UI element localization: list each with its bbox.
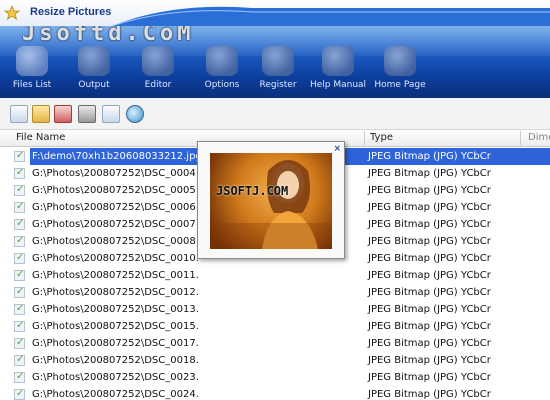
home-icon: [384, 46, 416, 76]
table-row[interactable]: G:\Photos\200807252\DSC_0013.JPG JPEG Bi…: [0, 301, 550, 318]
file-name-cell: G:\Photos\200807252\DSC_0006: [32, 202, 196, 213]
options-icon: [206, 46, 238, 76]
row-checkbox[interactable]: [14, 388, 25, 400]
file-name-cell: G:\Photos\200807252\DSC_0004: [32, 168, 196, 179]
nav-label: Options: [204, 80, 240, 90]
file-name-cell: G:\Photos\200807252\DSC_0023.JPG: [32, 372, 198, 383]
nav-label: Register: [259, 80, 297, 90]
row-checkbox[interactable]: [14, 252, 25, 264]
file-type-cell: JPEG Bitmap (JPG) YCbCr: [368, 287, 491, 298]
row-checkbox[interactable]: [14, 269, 25, 281]
file-name-cell: G:\Photos\200807252\DSC_0015.JPG: [32, 321, 198, 332]
file-name-cell: G:\Photos\200807252\DSC_0012.JPG: [32, 287, 198, 298]
nav-label: Editor: [144, 80, 172, 90]
row-checkbox[interactable]: [14, 150, 25, 162]
file-type-cell: JPEG Bitmap (JPG) YCbCr: [368, 389, 491, 400]
nav-options[interactable]: Options: [192, 42, 252, 94]
column-divider[interactable]: [520, 131, 521, 145]
file-type-cell: JPEG Bitmap (JPG) YCbCr: [368, 338, 491, 349]
table-row[interactable]: G:\Photos\200807252\DSC_0012.JPG JPEG Bi…: [0, 284, 550, 301]
nav-label: Home Page: [374, 80, 426, 90]
column-file-name[interactable]: File Name: [16, 132, 65, 143]
table-row[interactable]: G:\Photos\200807252\DSC_0015.JPG JPEG Bi…: [0, 318, 550, 335]
nav-label: Help Manual: [309, 80, 367, 90]
file-type-cell: JPEG Bitmap (JPG) YCbCr: [366, 148, 550, 165]
preview-caption: JSOFTJ.COM: [216, 184, 289, 198]
row-checkbox[interactable]: [14, 167, 25, 179]
file-name-cell: G:\Photos\200807252\DSC_0010.JPG: [32, 253, 198, 264]
file-type-cell: JPEG Bitmap (JPG) YCbCr: [368, 304, 491, 315]
close-icon[interactable]: ×: [333, 144, 341, 154]
file-type-cell: JPEG Bitmap (JPG) YCbCr: [368, 355, 491, 366]
register-icon: [262, 46, 294, 76]
nav-home-page[interactable]: Home Page: [370, 42, 430, 94]
table-row[interactable]: G:\Photos\200807252\DSC_0024.JPG JPEG Bi…: [0, 386, 550, 400]
preview-icon[interactable]: [126, 105, 144, 123]
row-checkbox[interactable]: [14, 201, 25, 213]
file-name-cell: G:\Photos\200807252\DSC_0008: [32, 236, 196, 247]
file-name-cell: G:\Photos\200807252\DSC_0024.JPG: [32, 389, 198, 400]
file-type-cell: JPEG Bitmap (JPG) YCbCr: [368, 372, 491, 383]
row-checkbox[interactable]: [14, 286, 25, 298]
file-name-cell: G:\Photos\200807252\DSC_0011.JPG: [32, 270, 198, 281]
nav-register[interactable]: Register: [248, 42, 308, 94]
file-type-cell: JPEG Bitmap (JPG) YCbCr: [368, 321, 491, 332]
output-icon: [78, 46, 110, 76]
preview-image: [210, 153, 332, 249]
file-type-cell: JPEG Bitmap (JPG) YCbCr: [368, 253, 491, 264]
column-type[interactable]: Type: [370, 132, 393, 143]
file-type-cell: JPEG Bitmap (JPG) YCbCr: [368, 219, 491, 230]
editor-icon: [142, 46, 174, 76]
row-checkbox[interactable]: [14, 235, 25, 247]
nav-label: Files List: [12, 80, 52, 90]
file-name-cell: G:\Photos\200807252\DSC_0017.JPG: [32, 338, 198, 349]
file-name-cell: G:\Photos\200807252\DSC_0013.JPG: [32, 304, 198, 315]
preview-photo-art: [210, 160, 332, 249]
title-swoosh: [112, 6, 550, 26]
check-icon[interactable]: [102, 105, 120, 123]
nav-label: Output: [78, 80, 110, 90]
row-checkbox[interactable]: [14, 184, 25, 196]
app-icon: [4, 5, 20, 20]
file-type-cell: JPEG Bitmap (JPG) YCbCr: [368, 168, 491, 179]
nav-output[interactable]: Output: [64, 42, 124, 94]
column-divider[interactable]: [364, 131, 365, 145]
column-dimensions[interactable]: Dime: [528, 132, 550, 143]
file-type-cell: JPEG Bitmap (JPG) YCbCr: [368, 202, 491, 213]
nav-files-list[interactable]: Files List: [2, 42, 62, 94]
row-checkbox[interactable]: [14, 337, 25, 349]
table-row[interactable]: G:\Photos\200807252\DSC_0018.JPG JPEG Bi…: [0, 352, 550, 369]
file-type-cell: JPEG Bitmap (JPG) YCbCr: [368, 236, 491, 247]
row-checkbox[interactable]: [14, 303, 25, 315]
file-type-cell: JPEG Bitmap (JPG) YCbCr: [368, 185, 491, 196]
files-list-icon: [16, 46, 48, 76]
remove-icon[interactable]: [54, 105, 72, 123]
title-bar: Resize Pictures: [0, 0, 550, 26]
row-checkbox[interactable]: [14, 320, 25, 332]
image-preview-popup: × JSOFTJ.COM: [197, 141, 345, 259]
table-row[interactable]: G:\Photos\200807252\DSC_0017.JPG JPEG Bi…: [0, 335, 550, 352]
nav-help-manual[interactable]: Help Manual: [308, 42, 368, 94]
add-folder-icon[interactable]: [32, 105, 50, 123]
file-name-cell: G:\Photos\200807252\DSC_0018.JPG: [32, 355, 198, 366]
add-file-icon[interactable]: [10, 105, 28, 123]
table-row[interactable]: G:\Photos\200807252\DSC_0023.JPG JPEG Bi…: [0, 369, 550, 386]
row-checkbox[interactable]: [14, 371, 25, 383]
file-toolbar: [0, 98, 550, 130]
window-title: Resize Pictures: [30, 6, 112, 18]
file-name-cell: G:\Photos\200807252\DSC_0005: [32, 185, 196, 196]
row-checkbox[interactable]: [14, 354, 25, 366]
table-row[interactable]: G:\Photos\200807252\DSC_0011.JPG JPEG Bi…: [0, 267, 550, 284]
file-type-cell: JPEG Bitmap (JPG) YCbCr: [368, 270, 491, 281]
main-navigation: Jsoftd.CoM Files List Output Editor Opti…: [0, 26, 550, 98]
row-checkbox[interactable]: [14, 218, 25, 230]
nav-editor[interactable]: Editor: [128, 42, 188, 94]
help-icon: [322, 46, 354, 76]
file-name-cell: G:\Photos\200807252\DSC_0007: [32, 219, 196, 230]
clear-icon[interactable]: [78, 105, 96, 123]
